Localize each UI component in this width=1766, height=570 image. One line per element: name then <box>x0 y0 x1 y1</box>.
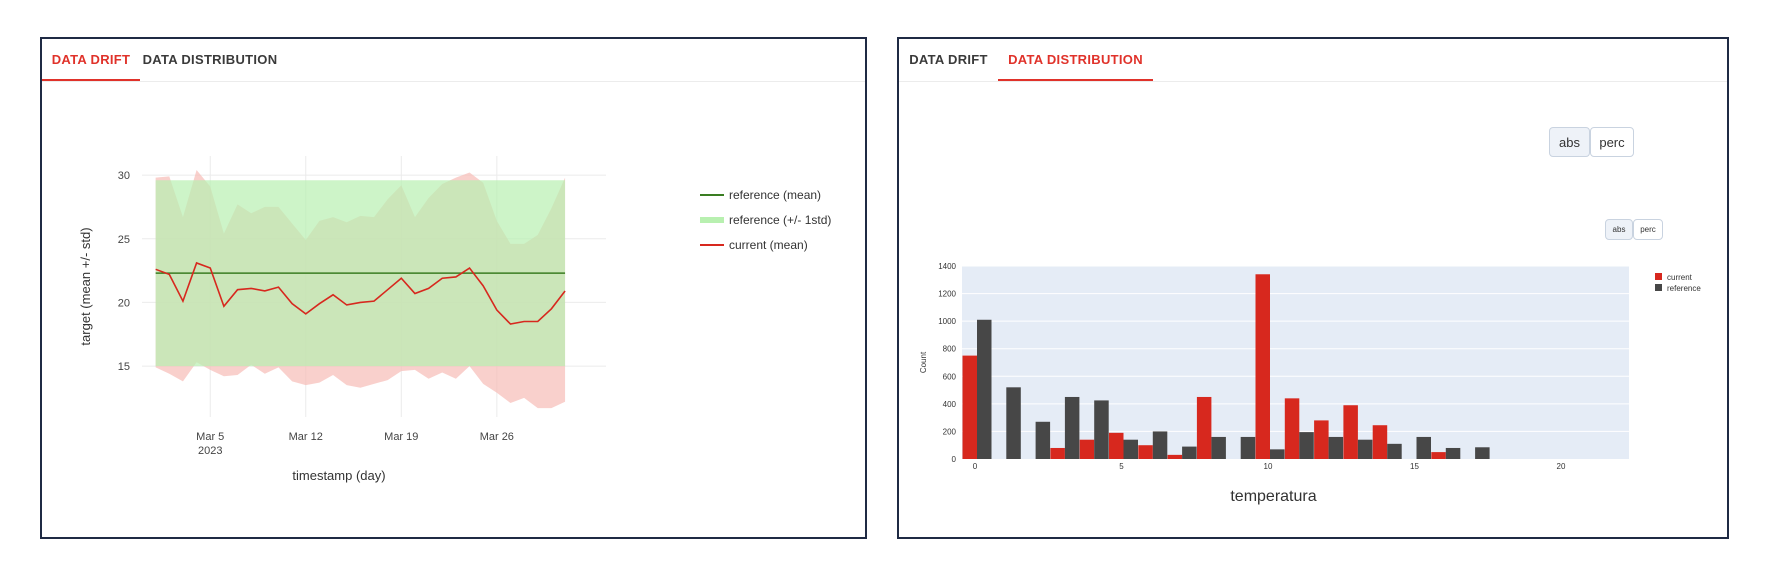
current-bar <box>1138 445 1153 459</box>
y-axis-label: target (mean +/- std) <box>78 227 93 345</box>
x-tick-label: 20 <box>1557 462 1566 471</box>
reference-bar <box>1123 439 1138 459</box>
x-tick-label: 15 <box>1410 462 1419 471</box>
reference-bar <box>1328 436 1344 459</box>
current-bar <box>1255 274 1270 459</box>
reference-bar <box>1094 400 1109 459</box>
legend-label: current <box>1667 273 1693 282</box>
current-bar <box>962 355 977 459</box>
data-distribution-panel: DATA DRIFT DATA DISTRIBUTION abs perc ab… <box>897 37 1729 539</box>
y-tick-label: 0 <box>952 455 957 464</box>
reference-bar <box>1211 436 1226 459</box>
x-tick-label: Mar 5 <box>196 431 224 443</box>
drift-chart: 15 20 25 30 Mar 5 Mar 12 Mar 19 Mar 26 2023 times… <box>78 156 831 483</box>
histogram-chart: 0 200 400 600 800 1000 1200 1400 0 5 10 15 20 tempera… <box>919 262 1701 505</box>
reference-bar <box>1475 447 1490 459</box>
current-bar <box>1343 405 1358 459</box>
reference-bar <box>1152 431 1168 459</box>
data-drift-panel: DATA DRIFT DATA DISTRIBUTION 15 20 25 30 Mar… <box>40 37 867 539</box>
y-tick-label: 200 <box>943 427 957 436</box>
reference-bar <box>1445 447 1461 459</box>
y-tick-label: 20 <box>118 297 130 309</box>
y-tick-label: 600 <box>943 372 957 381</box>
legend-label: current (mean) <box>729 238 808 252</box>
y-tick-label: 1200 <box>938 290 956 299</box>
y-tick-label: 15 <box>118 361 130 373</box>
y-tick-label: 30 <box>118 170 130 182</box>
current-bar <box>1431 452 1446 459</box>
legend-swatch <box>1655 284 1662 291</box>
y-tick-label: 1000 <box>938 317 956 326</box>
reference-bar <box>1299 432 1314 459</box>
current-bar <box>1050 447 1065 459</box>
reference-bar <box>1182 446 1197 459</box>
y-tick-label: 1400 <box>938 262 956 271</box>
reference-bar <box>1006 387 1021 459</box>
x-axis-label: temperatura <box>1230 488 1316 505</box>
current-bar <box>1314 420 1329 459</box>
y-tick-label: 400 <box>943 400 957 409</box>
legend-swatch <box>1655 273 1662 280</box>
reference-bar <box>1240 436 1256 459</box>
current-bar <box>1284 398 1300 459</box>
current-bar <box>1167 454 1183 459</box>
y-axis-label: Count <box>919 351 928 373</box>
x-axis-label: timestamp (day) <box>292 468 385 483</box>
y-tick-label: 25 <box>118 234 130 246</box>
legend-label: reference (+/- 1std) <box>729 213 831 227</box>
reference-bar <box>977 319 992 459</box>
current-bar <box>1196 396 1212 459</box>
legend-label: reference <box>1667 284 1701 293</box>
x-tick-label: Mar 19 <box>384 431 418 443</box>
reference-bar <box>1270 449 1285 459</box>
x-tick-label: Mar 26 <box>480 431 514 443</box>
reference-bar <box>1064 396 1080 459</box>
current-bar <box>1109 432 1124 459</box>
current-bar <box>1372 425 1388 459</box>
current-bar <box>1079 439 1095 459</box>
x-tick-label: 5 <box>1119 462 1124 471</box>
reference-bar <box>1035 421 1051 459</box>
legend-label: reference (mean) <box>729 188 821 202</box>
x-tick-label: Mar 12 <box>289 431 323 443</box>
reference-bar <box>1416 436 1431 459</box>
reference-bar <box>1357 439 1373 459</box>
x-tick-year: 2023 <box>198 445 222 457</box>
reference-bar <box>1387 443 1402 459</box>
y-tick-label: 800 <box>943 345 957 354</box>
x-tick-label: 10 <box>1264 462 1273 471</box>
x-tick-label: 0 <box>973 462 978 471</box>
